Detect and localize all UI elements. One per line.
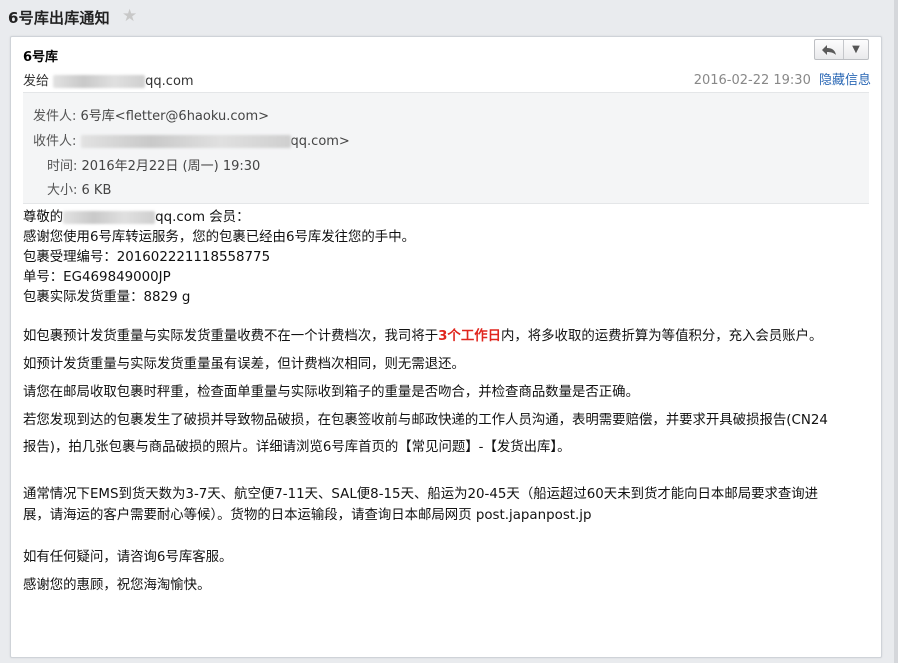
recipient-line: 发给 qq.com: [23, 70, 194, 89]
toolbar: ▼: [814, 39, 869, 60]
size-value: 6 KB: [81, 183, 112, 198]
email-subject: 6号库出库通知: [8, 9, 110, 27]
body-paragraph: 感谢您的惠顾，祝您海淘愉快。: [23, 578, 211, 593]
reply-icon[interactable]: [815, 40, 843, 59]
greeting: 尊敬的 qq.com 会员：: [23, 208, 869, 228]
size-label: 大小:: [47, 183, 78, 198]
size-row: 大小: 6 KB: [47, 179, 111, 198]
body-paragraph: 报告)，拍几张包裹与商品破损的照片。详细请浏览6号库首页的【常见问题】-【发货出…: [23, 440, 571, 455]
time-row: 时间: 2016年2月22日 (周一) 19:30: [47, 155, 260, 174]
greeting-suffix: qq.com 会员：: [155, 210, 250, 225]
package-weight: 包裹实际发货重量：8829 g: [23, 290, 191, 305]
body-paragraph: 如包裹预计发货重量与实际发货重量收费不在一个计费档次，我司将于3个工作日内，将多…: [23, 327, 869, 347]
email-date: 2016-02-22 19:30: [693, 73, 811, 88]
tracking-number: 包裹受理编号：201602221118558775: [23, 250, 271, 265]
time-value: 2016年2月22日 (周一) 19:30: [81, 159, 261, 174]
body-paragraph: 通常情况下EMS到货天数为3-7天、航空便7-11天、SAL便8-15天、船运为…: [23, 487, 819, 502]
body-paragraph: 展，请海运的客户需要耐心等候）。货物的日本运输段，请查询日本邮局网页 post.…: [23, 508, 592, 523]
recipient-suffix: qq.com: [145, 74, 194, 89]
greeting-prefix: 尊敬的: [23, 210, 64, 225]
star-icon[interactable]: ★: [122, 6, 137, 26]
from-value[interactable]: 6号库<fletter@6haoku.com>: [81, 109, 269, 124]
meta-right: 2016-02-22 19:30 隐藏信息: [694, 69, 871, 88]
to-label: 收件人:: [33, 134, 77, 149]
redacted-recipient: [80, 135, 291, 148]
from-row: 发件人: 6号库<fletter@6haoku.com>: [33, 105, 269, 124]
from-label: 发件人:: [33, 109, 77, 124]
body-paragraph: 如有任何疑问，请咨询6号库客服。: [23, 550, 233, 565]
body-line: 感谢您使用6号库转运服务，您的包裹已经由6号库发往您的手中。: [23, 230, 415, 245]
sender-name[interactable]: 6号库: [23, 46, 58, 65]
paragraph-text: 如包裹预计发货重量与实际发货重量收费不在一个计费档次，我司将于: [23, 329, 439, 344]
chevron-down-icon[interactable]: ▼: [843, 40, 868, 59]
body-paragraph: 如预计发货重量与实际发货重量虽有误差，但计费档次相同，则无需退还。: [23, 357, 465, 372]
subject-bar: 6号库出库通知 ★: [0, 0, 898, 36]
paragraph-text: 内，将多收取的运费折算为等值积分，充入会员账户。: [501, 329, 823, 344]
recipient-prefix: 发给: [23, 74, 50, 89]
redacted-greeting-email: [63, 210, 156, 224]
email-card: 6号库 发给 qq.com ▼ 2016-02-22 19:30 隐藏信息 发件…: [10, 36, 882, 658]
email-details: 发件人: 6号库<fletter@6haoku.com> 收件人: qq.com…: [23, 92, 869, 204]
email-body: 尊敬的 qq.com 会员： 感谢您使用6号库转运服务，您的包裹已经由6号库发往您…: [23, 208, 869, 596]
highlight-text: 3个工作日: [438, 329, 501, 344]
hide-info-link[interactable]: 隐藏信息: [819, 73, 871, 88]
body-paragraph: 请您在邮局收取包裹时秤重，检查面单重量与实际收到箱子的重量是否吻合，并检查商品数…: [23, 385, 639, 400]
to-value[interactable]: qq.com>: [291, 134, 350, 149]
to-row: 收件人: qq.com>: [33, 130, 350, 149]
scrollbar[interactable]: [894, 0, 898, 663]
body-paragraph: 若您发现到达的包裹发生了破损并导致物品破损，在包裹签收前与邮政快递的工作人员沟通…: [23, 413, 828, 428]
order-number: 单号：EG469849000JP: [23, 270, 171, 285]
time-label: 时间:: [47, 159, 78, 174]
redacted-email: [53, 75, 146, 88]
